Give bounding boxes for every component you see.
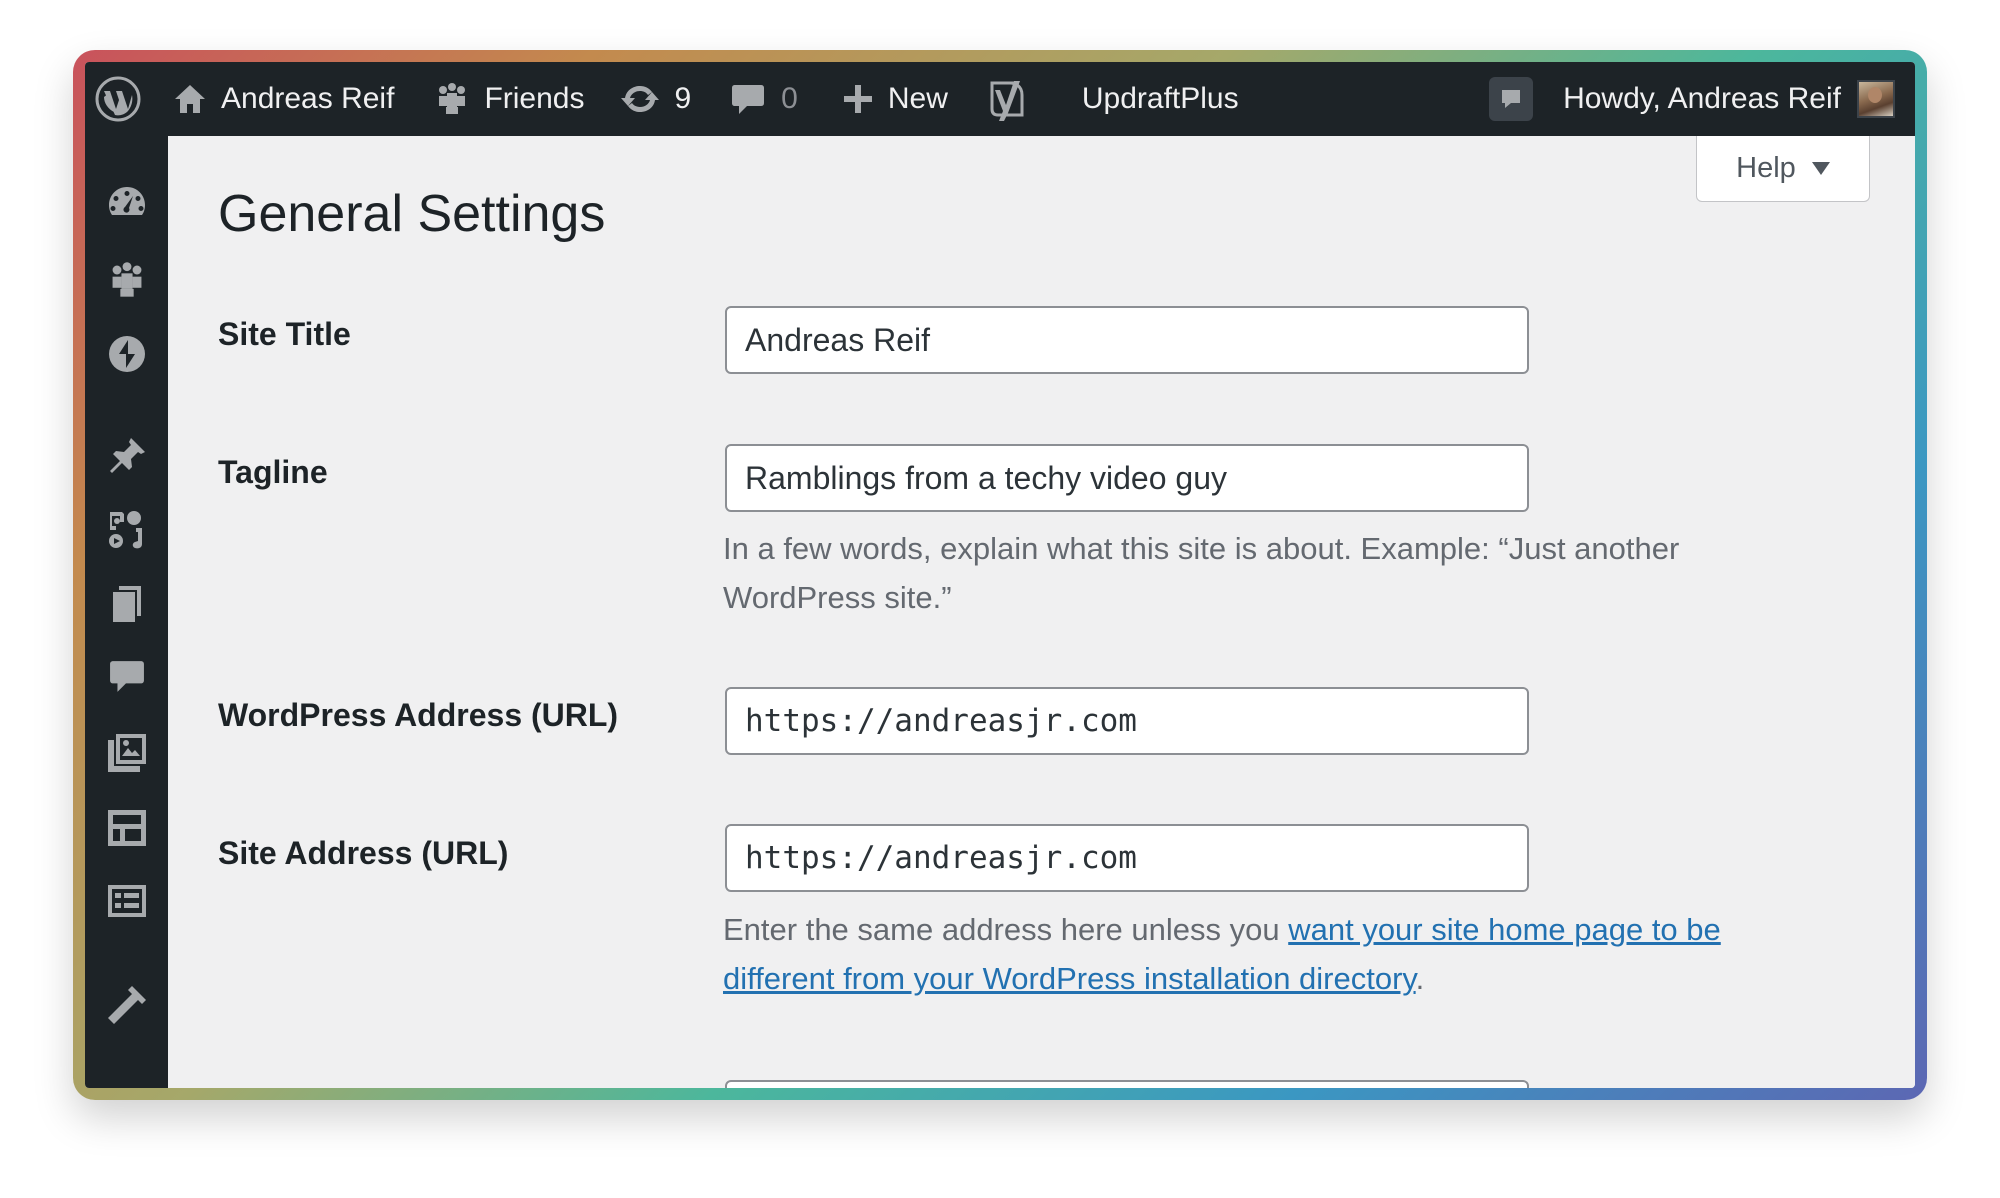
admin-sidebar (85, 136, 168, 1088)
new-content-menu[interactable]: New (818, 62, 968, 136)
updraftplus-label: UpdraftPlus (1081, 82, 1239, 115)
comments-icon (731, 82, 765, 116)
my-account-menu[interactable]: Howdy, Andreas Reif (1563, 62, 1915, 136)
forms-icon[interactable] (85, 883, 168, 919)
jetpack-icon[interactable] (85, 334, 168, 374)
site-name-menu[interactable]: Andreas Reif (159, 62, 414, 136)
site-address-input[interactable] (725, 824, 1529, 892)
window-frame: Andreas Reif Friends 9 0 New UpdraftPlus… (73, 50, 1927, 1100)
caret-down-icon (1811, 162, 1830, 175)
site-name-label: Andreas Reif (221, 82, 395, 115)
browser-window: Andreas Reif Friends 9 0 New UpdraftPlus… (85, 62, 1915, 1088)
updraftplus-menu[interactable]: UpdraftPlus (1048, 62, 1259, 136)
portfolio-icon[interactable] (85, 732, 168, 774)
friends-menu[interactable]: Friends (414, 62, 604, 136)
sidebar-comments-icon[interactable] (85, 658, 168, 694)
yoast-menu[interactable] (968, 62, 1048, 136)
media-icon[interactable] (85, 508, 168, 550)
wordpress-address-input[interactable] (725, 687, 1529, 755)
dashboard-icon[interactable] (85, 184, 168, 220)
comments-menu[interactable]: 0 (711, 62, 818, 136)
tools-icon[interactable] (85, 984, 168, 1026)
site-address-description-prefix: Enter the same address here unless you (723, 912, 1289, 947)
admin-bar-secondary: Howdy, Andreas Reif (1489, 62, 1915, 136)
wordpress-logo-icon (95, 76, 141, 122)
help-tab-button[interactable]: Help (1696, 136, 1870, 202)
home-icon (173, 82, 207, 116)
posts-pin-icon[interactable] (85, 436, 168, 476)
updates-menu[interactable]: 9 (604, 62, 711, 136)
notifications-icon (1489, 77, 1534, 121)
blocks-icon[interactable] (85, 808, 168, 848)
tagline-label: Tagline (218, 454, 328, 490)
tagline-description: In a few words, explain what this site i… (723, 531, 1680, 615)
comments-count: 0 (781, 82, 798, 115)
wordpress-address-label: WordPress Address (URL) (218, 697, 619, 733)
updates-icon (620, 82, 660, 116)
page-title: General Settings (218, 185, 606, 243)
help-label: Help (1736, 152, 1796, 184)
admin-bar: Andreas Reif Friends 9 0 New UpdraftPlus… (85, 62, 1915, 136)
site-address-description: Enter the same address here unless you w… (723, 905, 1803, 1003)
new-label: New (887, 82, 948, 115)
site-address-label: Site Address (URL) (218, 835, 509, 871)
main-content: Help General Settings Site Title Tagline… (168, 136, 1915, 1088)
site-title-label: Site Title (218, 316, 351, 352)
sidebar-friends-icon[interactable] (85, 261, 168, 299)
updates-count: 9 (674, 82, 692, 115)
tagline-input[interactable] (725, 444, 1529, 512)
friends-icon (434, 82, 470, 116)
wordpress-menu[interactable] (85, 62, 159, 136)
plus-icon (842, 83, 874, 115)
site-address-description-suffix: . (1415, 961, 1425, 996)
friends-label: Friends (484, 82, 585, 115)
pages-icon[interactable] (85, 584, 168, 624)
notifications-menu[interactable] (1489, 62, 1563, 136)
yoast-icon (986, 77, 1028, 121)
admin-email-input[interactable] (725, 1080, 1529, 1088)
howdy-label: Howdy, Andreas Reif (1563, 82, 1841, 115)
site-title-input[interactable] (725, 306, 1529, 374)
avatar (1857, 80, 1895, 118)
